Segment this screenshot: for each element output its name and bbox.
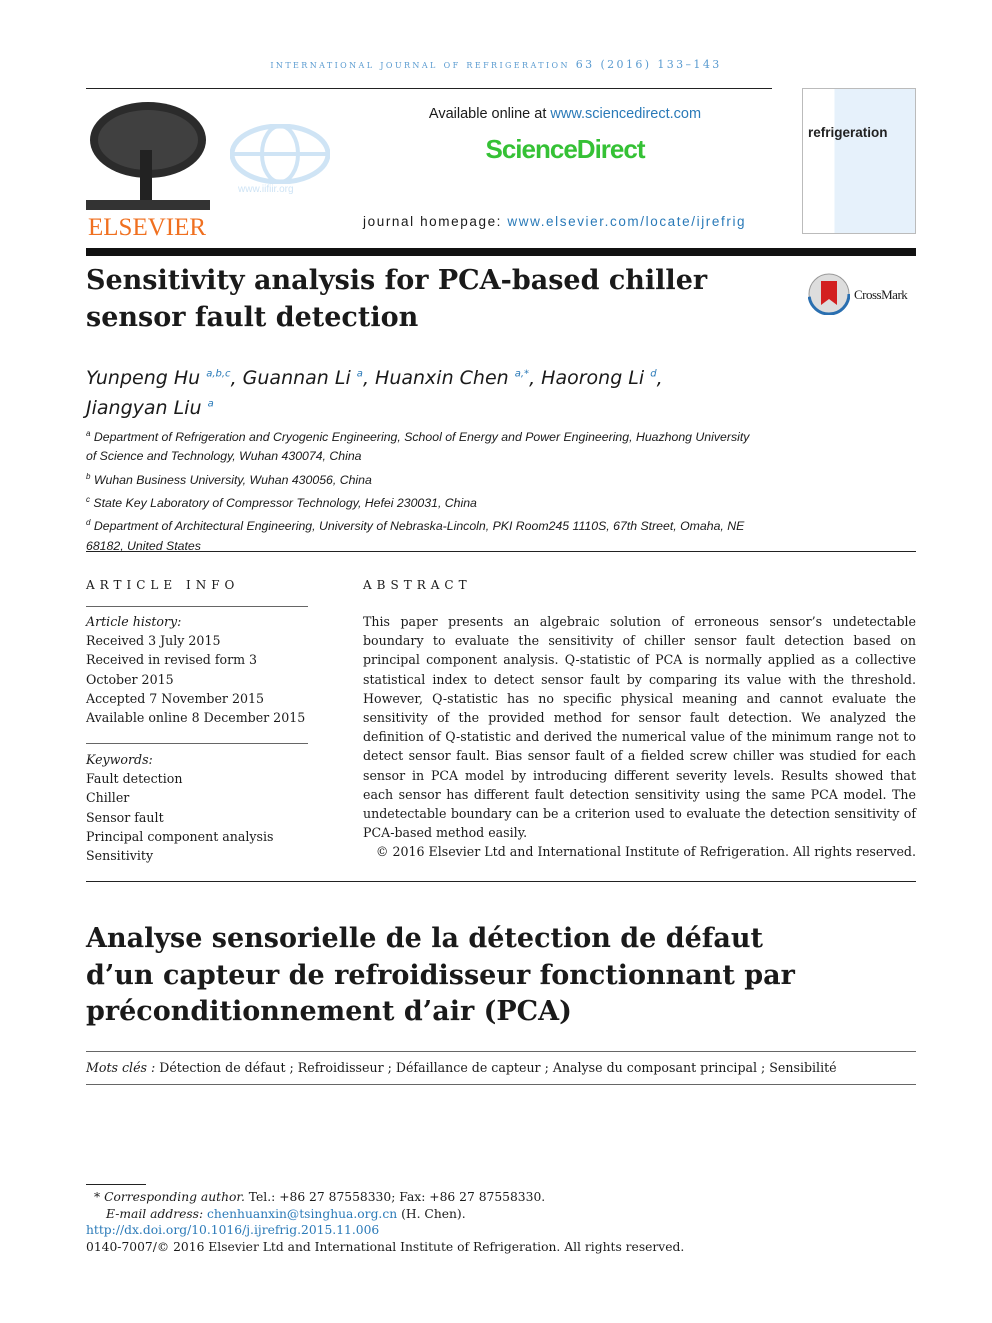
journal-cover: refrigeration [802,88,916,234]
author-affil-mark[interactable]: a,* [515,369,529,380]
author-name[interactable]: Huanxin Chen [375,367,509,389]
history-label: Article history: [86,614,182,629]
article-info-heading: ARTICLE INFO [86,578,240,592]
crossmark-label: CrossMark [854,287,908,302]
article-history: Article history: Received 3 July 2015 Re… [86,612,308,727]
history-item: Available online 8 December 2015 [86,710,306,726]
author[interactable]: Haorong Li d [541,367,656,389]
author-list: Yunpeng Hu a,b,c, Guannan Li a, Huanxin … [86,362,706,421]
email-link[interactable]: chenhuanxin@tsinghua.org.cn [207,1207,397,1221]
affiliation: a Department of Refrigeration and Cryoge… [86,424,756,467]
history-item: Received 3 July 2015 [86,633,221,649]
homepage-link[interactable]: www.elsevier.com/locate/ijrefrig [507,214,746,229]
keywords: Keywords: Fault detection Chiller Sensor… [86,750,308,865]
corresponding-text: Tel.: +86 27 87558330; Fax: +86 27 87558… [244,1190,546,1204]
author[interactable]: Jiangyan Liu a [86,397,214,419]
author-affil-mark[interactable]: a [208,398,214,409]
history-item: Accepted 7 November 2015 [86,690,265,706]
abstract-text: This paper presents an algebraic solutio… [363,614,916,841]
author-name[interactable]: Yunpeng Hu [86,367,200,389]
affil-mark: d [86,518,91,528]
author-name[interactable]: Haorong Li [541,367,644,389]
sciencedirect-link[interactable]: www.sciencedirect.com [550,106,701,122]
abstract-copyright: © 2016 Elsevier Ltd and International In… [375,844,916,860]
divider [86,88,772,89]
divider [86,606,308,607]
email-label: E-mail address: [106,1207,204,1221]
iifiir-url: www.iifiir.org [238,184,294,195]
separator: , [656,367,663,390]
doi-link[interactable]: http://dx.doi.org/10.1016/j.ijrefrig.201… [86,1222,379,1239]
separator: , [230,367,243,390]
keyword: Sensor fault [86,809,164,825]
affil-text: Department of Architectural Engineering,… [86,519,745,553]
french-title: Analyse sensorielle de la détection de d… [86,923,795,1027]
email-footnote: E-mail address: chenhuanxin@tsinghua.org… [106,1206,466,1223]
mots-cles-label: Mots clés : [86,1060,156,1075]
divider [86,551,916,552]
affiliation: c State Key Laboratory of Compressor Tec… [86,490,756,513]
mots-cles: Mots clés : Détection de défaut ; Refroi… [86,1060,837,1075]
elsevier-wordmark: ELSEVIER [88,214,207,241]
author[interactable]: Yunpeng Hu a,b,c [86,367,231,389]
crossmark-button[interactable]: CrossMark [807,272,908,319]
history-item: Received in revised form 3 October 2015 [86,652,258,687]
keyword: Chiller [86,790,130,806]
crossmark-icon [807,272,851,316]
keyword: Sensitivity [86,848,154,864]
keywords-label: Keywords: [86,752,153,767]
affiliations: a Department of Refrigeration and Cryoge… [86,424,756,556]
divider [86,743,308,744]
affil-text: Wuhan Business University, Wuhan 430056,… [93,472,372,487]
affil-text: State Key Laboratory of Compressor Techn… [93,496,477,511]
divider [86,881,916,882]
journal-homepage: journal homepage: www.elsevier.com/locat… [363,214,746,229]
affil-text: Department of Refrigeration and Cryogeni… [86,430,750,464]
author[interactable]: Guannan Li a [243,367,363,389]
divider [86,1051,916,1052]
available-label: Available online at [428,106,551,122]
divider [86,1084,916,1085]
homepage-label: journal homepage: [363,214,508,229]
cover-title: refrigeration [808,125,888,140]
corresponding-footnote: * Corresponding author. Tel.: +86 27 875… [94,1190,546,1204]
separator: , [529,367,542,390]
affil-mark: c [86,495,90,505]
affiliation: d Department of Architectural Engineerin… [86,513,756,556]
mots-cles-text: Détection de défaut ; Refroidisseur ; Dé… [155,1060,837,1075]
footnote-divider [86,1184,146,1185]
article-title: Sensitivity analysis for PCA-based chill… [86,265,708,333]
author-name[interactable]: Guannan Li [243,367,351,389]
abstract: This paper presents an algebraic solutio… [363,612,916,862]
email-suffix: (H. Chen). [397,1207,466,1221]
separator: , [362,367,376,390]
thick-divider [86,248,916,256]
affiliation: b Wuhan Business University, Wuhan 43005… [86,467,756,490]
author[interactable]: Huanxin Chen a,* [375,367,529,389]
abstract-heading: ABSTRACT [363,578,472,592]
keyword: Principal component analysis [86,828,274,844]
keyword: Fault detection [86,771,183,787]
affil-mark: a [86,429,91,438]
issn-copyright: 0140-7007/© 2016 Elsevier Ltd and Intern… [86,1240,685,1254]
author-affil-mark[interactable]: a,b,c [206,369,230,380]
journal-citation: international journal of refrigeration 6… [270,58,722,71]
corresponding-label: Corresponding author. [104,1190,245,1204]
author-name[interactable]: Jiangyan Liu [86,397,202,419]
affil-mark: b [86,471,91,481]
article-page: international journal of refrigeration 6… [0,0,992,1323]
